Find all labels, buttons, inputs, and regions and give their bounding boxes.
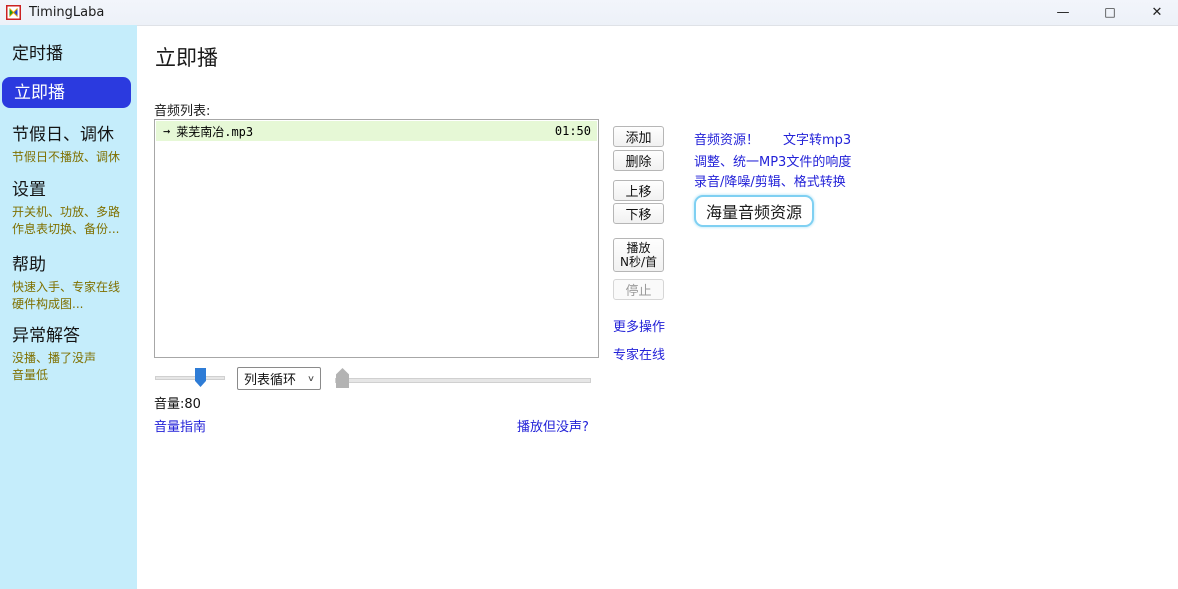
audio-list[interactable]: → 莱芜南冶.mp3 01:50 bbox=[154, 119, 599, 358]
track-duration: 01:50 bbox=[555, 124, 597, 138]
sidebar-item-label: 帮助 bbox=[0, 254, 137, 276]
sidebar: 定时播 立即播 节假日、调休 节假日不播放、调休 设置 开关机、功放、多路 作息… bbox=[0, 25, 137, 589]
loop-mode-select[interactable]: 列表循环 ∨ bbox=[237, 367, 321, 390]
volume-label: 音量:80 bbox=[154, 393, 201, 412]
progress-slider-thumb[interactable] bbox=[336, 368, 349, 388]
text-to-mp3-link[interactable]: 文字转mp3 bbox=[783, 129, 851, 148]
stop-button[interactable]: 停止 bbox=[613, 279, 664, 300]
audio-resources-link[interactable]: 音频资源！ bbox=[694, 129, 759, 148]
more-operations-link[interactable]: 更多操作 bbox=[613, 316, 665, 335]
now-playing-arrow-icon: → bbox=[156, 124, 176, 138]
sidebar-item-troubleshoot[interactable]: 异常解答 没播、播了没声 音量低 bbox=[0, 325, 137, 384]
sidebar-item-help[interactable]: 帮助 快速入手、专家在线 硬件构成图... bbox=[0, 254, 137, 313]
expert-online-link[interactable]: 专家在线 bbox=[613, 344, 665, 363]
loop-mode-value: 列表循环 bbox=[238, 369, 307, 388]
app-icon bbox=[6, 5, 21, 20]
add-button[interactable]: 添加 bbox=[613, 126, 664, 147]
title-bar: TimingLaba — □ ✕ bbox=[0, 0, 1178, 26]
volume-slider-thumb[interactable] bbox=[195, 368, 206, 387]
play-n-seconds-button[interactable]: 播放 N秒/首 bbox=[613, 238, 664, 272]
sidebar-item-subtitle: 快速入手、专家在线 硬件构成图... bbox=[0, 279, 137, 313]
promo-links-row: 音频资源！ 文字转mp3 bbox=[694, 129, 851, 148]
delete-button[interactable]: 删除 bbox=[613, 150, 664, 171]
sidebar-item-subtitle: 开关机、功放、多路 作息表切换、备份... bbox=[0, 204, 137, 238]
sidebar-item-label: 定时播 bbox=[0, 43, 137, 65]
no-sound-link[interactable]: 播放但没声? bbox=[517, 416, 589, 435]
track-name: 莱芜南冶.mp3 bbox=[176, 123, 555, 140]
close-button[interactable]: ✕ bbox=[1140, 0, 1174, 24]
sidebar-item-label: 立即播 bbox=[2, 82, 65, 104]
sidebar-item-subtitle: 节假日不播放、调休 bbox=[0, 149, 137, 166]
move-up-button[interactable]: 上移 bbox=[613, 180, 664, 201]
playlist-item[interactable]: → 莱芜南冶.mp3 01:50 bbox=[156, 121, 597, 141]
sidebar-item-label: 设置 bbox=[0, 179, 137, 201]
window-title: TimingLaba bbox=[29, 5, 104, 20]
massive-audio-resources-button[interactable]: 海量音频资源 bbox=[694, 195, 814, 227]
page-title: 立即播 bbox=[155, 42, 218, 72]
sidebar-item-holidays[interactable]: 节假日、调休 节假日不播放、调休 bbox=[0, 124, 137, 166]
sidebar-item-subtitle: 没播、播了没声 音量低 bbox=[0, 350, 137, 384]
sidebar-item-label: 节假日、调休 bbox=[0, 124, 137, 146]
volume-guide-link[interactable]: 音量指南 bbox=[154, 416, 206, 435]
loudness-adjust-link[interactable]: 调整、统一MP3文件的响度 bbox=[694, 151, 851, 170]
sidebar-item-label: 异常解答 bbox=[0, 325, 137, 347]
progress-slider-track[interactable] bbox=[335, 378, 591, 383]
audio-list-label: 音频列表: bbox=[154, 100, 210, 119]
sidebar-item-instant-play[interactable]: 立即播 bbox=[2, 77, 131, 108]
chevron-down-icon: ∨ bbox=[307, 374, 320, 384]
maximize-button[interactable]: □ bbox=[1093, 0, 1127, 24]
sidebar-item-timed-play[interactable]: 定时播 bbox=[0, 43, 137, 65]
sidebar-item-settings[interactable]: 设置 开关机、功放、多路 作息表切换、备份... bbox=[0, 179, 137, 238]
minimize-button[interactable]: — bbox=[1046, 0, 1080, 24]
volume-slider-track[interactable] bbox=[155, 376, 225, 380]
record-edit-link[interactable]: 录音/降噪/剪辑、格式转换 bbox=[694, 171, 846, 190]
move-down-button[interactable]: 下移 bbox=[613, 203, 664, 224]
